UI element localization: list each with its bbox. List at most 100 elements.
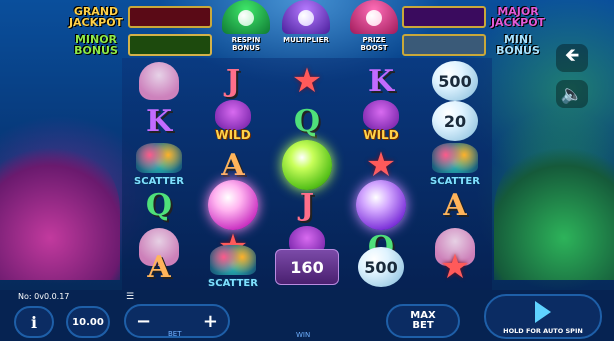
scatter-symbol: SCATTER bbox=[420, 143, 490, 187]
coral-icon bbox=[210, 245, 256, 275]
wild-symbol: WILD bbox=[201, 100, 265, 142]
grand-jackpot-line2: JACKPOT bbox=[68, 15, 124, 29]
letter-symbol: A bbox=[443, 187, 467, 223]
play-icon bbox=[535, 300, 551, 323]
mini-bonus: MINI BONUS bbox=[402, 32, 550, 57]
coin-stack-icon: ☰ bbox=[126, 292, 135, 302]
minor-bonus-line1: MINOR bbox=[74, 32, 118, 46]
reel-cell: Q bbox=[122, 182, 196, 228]
letter-symbol: J bbox=[225, 63, 241, 99]
arrow-left-icon: 🡸 bbox=[564, 45, 580, 66]
reel-grid: KSCATTERQAJWILDA★SCATTER★QJWILD160KWILD★… bbox=[122, 58, 492, 290]
respin-bonus-label: RESPIN BONUS bbox=[216, 36, 276, 52]
reel-cell bbox=[344, 180, 418, 230]
wild-label: WILD bbox=[363, 128, 399, 142]
sound-toggle-button[interactable]: 🔈 bbox=[556, 80, 588, 108]
scatter-label: SCATTER bbox=[208, 278, 258, 289]
reel-cell: 20 bbox=[418, 98, 492, 144]
scatter-symbol: SCATTER bbox=[124, 143, 194, 187]
clam-shell-icon bbox=[222, 0, 270, 34]
grand-jackpot-label: GRAND JACKPOT bbox=[64, 6, 128, 28]
reel-cell: A bbox=[418, 182, 492, 228]
clam-shell-icon bbox=[350, 0, 398, 34]
prize-boost-label: PRIZE BOOST bbox=[344, 36, 404, 52]
reel-cell: Q bbox=[270, 98, 344, 144]
reel-cell: K bbox=[122, 98, 196, 144]
reel-5: 500 20 SCATTER A ★ bbox=[418, 58, 492, 290]
prize-value-tile: 160 bbox=[275, 249, 339, 285]
letter-symbol: K bbox=[367, 63, 395, 99]
info-icon: i bbox=[30, 312, 38, 332]
auto-spin-hint: HOLD FOR AUTO SPIN bbox=[503, 326, 583, 335]
starfish-icon: ★ bbox=[291, 61, 323, 101]
letter-symbol: J bbox=[299, 187, 315, 223]
reel-cell: 500 bbox=[344, 244, 418, 290]
starfish-icon: ★ bbox=[439, 247, 471, 287]
reel-1: K SCATTER Q A bbox=[122, 58, 196, 290]
bet-decrease-button[interactable]: − bbox=[136, 311, 151, 332]
pearl-icon bbox=[238, 10, 254, 26]
prize-value: 160 bbox=[290, 257, 324, 277]
prize-boost-line1: PRIZE bbox=[362, 36, 386, 44]
info-button[interactable]: i bbox=[14, 306, 54, 338]
prize-value: 500 bbox=[438, 71, 472, 91]
octopus-icon bbox=[215, 100, 251, 130]
win-label: WIN bbox=[296, 331, 311, 339]
multiplier-label: MULTIPLIER bbox=[283, 36, 329, 44]
spin-button[interactable]: HOLD FOR AUTO SPIN bbox=[484, 294, 602, 339]
reel-cell: J bbox=[270, 182, 344, 228]
octopus-icon bbox=[363, 100, 399, 130]
letter-symbol: Q bbox=[145, 187, 173, 223]
letter-symbol: K bbox=[145, 103, 173, 139]
prize-bubble: 20 bbox=[432, 101, 478, 141]
reel-cell: 160 bbox=[270, 244, 344, 290]
clam-shell-icon bbox=[282, 0, 330, 34]
reel-cell: WILD bbox=[344, 98, 418, 144]
letter-symbol: A bbox=[221, 147, 245, 183]
starfish-icon: ★ bbox=[365, 145, 397, 185]
grand-jackpot-line1: GRAND bbox=[73, 4, 119, 18]
max-bet-button[interactable]: MAX BET bbox=[386, 304, 460, 338]
respin-bonus-shell: RESPIN BONUS bbox=[216, 0, 276, 60]
reel-3: ★QJWILD160 bbox=[270, 58, 344, 290]
reel-cell: ★ bbox=[418, 244, 492, 290]
coral-reef-right bbox=[494, 140, 614, 280]
mini-bonus-line2: BONUS bbox=[496, 43, 540, 57]
pearl-icon bbox=[298, 10, 314, 26]
speaker-mute-icon: 🔈 bbox=[560, 83, 584, 105]
version-label: No: 0v0.0.17 bbox=[18, 292, 70, 301]
coral-icon bbox=[136, 143, 182, 173]
coral-icon bbox=[432, 143, 478, 173]
minor-bonus-label: MINOR BONUS bbox=[64, 34, 128, 56]
prize-value: 500 bbox=[364, 257, 398, 277]
prize-value: 20 bbox=[443, 111, 467, 131]
mini-bonus-label: MINI BONUS bbox=[486, 34, 550, 56]
bet-label: BET bbox=[168, 330, 182, 338]
balance-value: 10.00 bbox=[72, 316, 104, 328]
reel-cell: WILD bbox=[196, 98, 270, 144]
minor-bonus-line2: BONUS bbox=[74, 43, 118, 57]
respin-bonus-line1: RESPIN bbox=[231, 36, 261, 44]
prize-bubble: 500 bbox=[432, 61, 478, 101]
respin-bonus-line2: BONUS bbox=[232, 44, 260, 52]
letter-symbol: A bbox=[147, 249, 171, 285]
reel-cell bbox=[196, 180, 270, 230]
bet-increase-button[interactable]: + bbox=[203, 311, 218, 332]
prize-boost-shell: PRIZE BOOST bbox=[344, 0, 404, 60]
major-jackpot-line1: MAJOR bbox=[497, 4, 539, 18]
balance-display: 10.00 bbox=[66, 306, 110, 338]
prize-bubble: 500 bbox=[358, 247, 404, 287]
max-bet-line2: BET bbox=[412, 320, 434, 331]
prize-boost-line2: BOOST bbox=[360, 44, 388, 52]
major-jackpot-label: MAJOR JACKPOT bbox=[486, 6, 550, 28]
purple-pearl-orb-icon bbox=[356, 180, 406, 230]
jellyfish-icon bbox=[139, 62, 179, 100]
reel-2: JWILDA★SCATTER bbox=[196, 58, 270, 290]
grand-jackpot: GRAND JACKPOT bbox=[64, 4, 212, 29]
reel-4: KWILD★Q500 bbox=[344, 58, 418, 290]
wild-symbol: WILD bbox=[349, 100, 413, 142]
back-button[interactable]: 🡸 bbox=[556, 44, 588, 72]
major-jackpot-value-box bbox=[402, 5, 486, 28]
minor-bonus: MINOR BONUS bbox=[64, 32, 212, 57]
reel-cell: A bbox=[122, 244, 196, 290]
